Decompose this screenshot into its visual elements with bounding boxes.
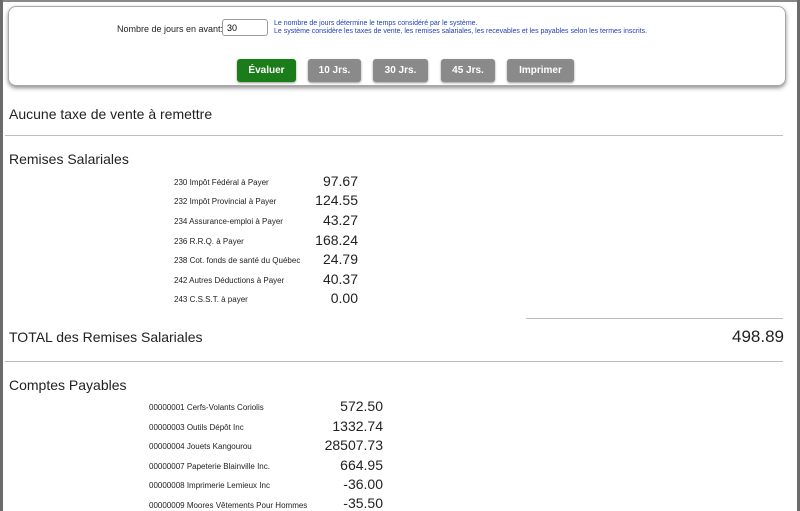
print-button[interactable]: Imprimer [507,59,574,82]
payable-item-value: -35.50 [343,495,383,511]
window-top-border [0,0,800,2]
payroll-total-value: 498.89 [732,327,784,346]
total-divider [526,318,783,319]
payable-item-value: 28507.73 [324,437,383,453]
payroll-item-value: 40.37 [322,271,358,287]
payable-item-label: 00000001 Cerfs-Volants Coriolis [149,403,264,412]
payroll-item-value: 168.24 [315,232,358,248]
ten-days-button[interactable]: 10 Jrs. [308,59,361,82]
payroll-item-value: 0.00 [330,290,358,306]
payable-item-value: 664.95 [340,457,383,473]
payable-item-label: 00000004 Jouets Kangourou [149,442,252,451]
thirty-days-button[interactable]: 30 Jrs. [373,59,428,82]
payroll-item-label: 234 Assurance-emploi à Payer [174,217,283,226]
evaluate-button[interactable]: Évaluer [237,59,296,82]
payroll-item-value: 124.55 [315,192,358,208]
days-hint-line-2: Le système considère les taxes de vente,… [274,28,648,35]
forty-five-days-button[interactable]: 45 Jrs. [441,59,495,82]
days-ahead-input[interactable] [222,19,268,36]
payroll-section-title: Remises Salariales [9,151,129,167]
payroll-total-label: TOTAL des Remises Salariales [9,329,203,345]
days-hint-line-1: Le nombre de jours détermine le temps co… [274,20,478,27]
payroll-item-value: 97.67 [322,173,358,189]
payable-item-label: 00000003 Outils Dépôt Inc [149,423,244,432]
payroll-item-label: 230 Impôt Fédéral à Payer [174,178,269,187]
payable-item-value: -36.00 [343,476,383,492]
sales-tax-message: Aucune taxe de vente à remettre [9,106,213,122]
payroll-item-label: 236 R.R.Q. à Payer [174,237,244,246]
window-left-border [0,0,3,511]
payroll-item-label: 243 C.S.S.T. à payer [174,295,248,304]
days-ahead-label: Nombre de jours en avant: [117,24,224,34]
section-divider [5,135,783,136]
payroll-item-label: 242 Autres Déductions à Payer [174,276,285,285]
payroll-item-label: 232 Impôt Provincial à Payer [174,197,277,206]
payable-item-label: 00000008 Imprimerie Lemieux Inc [149,481,270,490]
payable-item-value: 572.50 [340,398,383,414]
payroll-item-label: 238 Cot. fonds de santé du Québec [174,256,301,265]
payroll-item-value: 43.27 [322,212,358,228]
payroll-item-value: 24.79 [322,251,358,267]
section-divider [5,361,783,362]
payables-section-title: Comptes Payables [9,377,127,393]
payable-item-label: 00000009 Moores Vêtements Pour Hommes [149,501,308,510]
payable-item-value: 1332.74 [332,418,383,434]
payable-item-label: 00000007 Papeterie Blainville Inc. [149,462,270,471]
evaluation-controls-panel: Nombre de jours en avant: Le nombre de j… [8,6,786,86]
